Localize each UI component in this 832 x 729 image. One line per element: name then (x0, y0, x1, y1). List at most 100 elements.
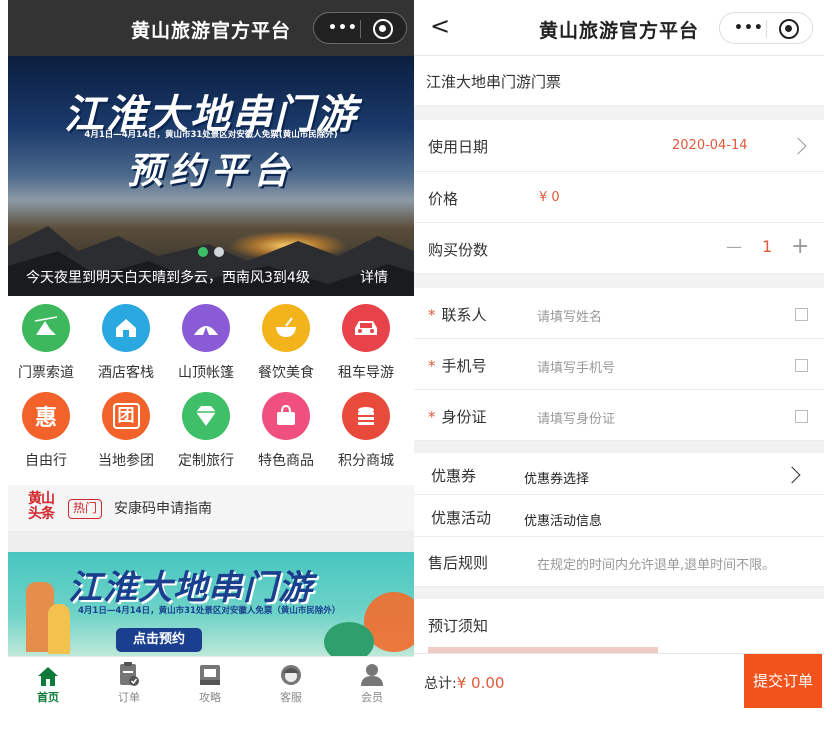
coins-icon (342, 392, 390, 440)
screen-root: 黄山旅游官方平台 ••• 江淮大地串门游 4月1日—4月14日，黄山市31处景区… (0, 0, 832, 729)
tab-member[interactable]: 会员 (342, 661, 402, 705)
tuan-icon: 团 (102, 392, 150, 440)
refund-rules-row: 售后规则 在规定的时间内允许退单,退单时间不限。 (414, 537, 824, 587)
weather-text: 今天夜里到明天白天晴到多云，西南风3到4级 (26, 270, 310, 286)
guide-icon (197, 661, 223, 687)
promotion-row[interactable]: 优惠活动 优惠活动信息 (414, 495, 824, 537)
promo-subtitle: 4月1日—4月14日，黄山市31处景区对安徽人免票（黄山市民除外） (78, 606, 341, 616)
hero-banner[interactable]: 江淮大地串门游 4月1日—4月14日，黄山市31处景区对安徽人免票(黄山市民除外… (8, 56, 414, 296)
grid-label: 积分商城 (338, 453, 394, 469)
contact-input[interactable]: 请填写姓名 (537, 306, 602, 325)
weather-detail-link[interactable]: 详情 (360, 267, 388, 287)
news-ticker[interactable]: 黄山头条 热门 安康码申请指南 (8, 485, 414, 531)
hui-icon: 惠 (22, 392, 70, 440)
close-target-icon[interactable] (373, 19, 393, 39)
total-label: 总计:¥ 0.00 (424, 674, 505, 692)
tourist-figure (48, 604, 70, 654)
section-divider (414, 106, 824, 120)
more-icon[interactable]: ••• (734, 20, 764, 36)
order-footer: 总计:¥ 0.00 提交订单 (414, 653, 824, 709)
quantity-value: 1 (762, 237, 773, 256)
grid-item-points-mall[interactable]: 积分商城 (326, 392, 406, 470)
grid-item-car[interactable]: 租车导游 (326, 304, 406, 382)
grid-item-goods[interactable]: 特色商品 (246, 392, 326, 470)
coupon-value[interactable]: 优惠券选择 (524, 468, 589, 487)
tab-label: 首页 (37, 691, 59, 704)
grid-label: 定制旅行 (178, 453, 234, 469)
quantity-label: 购买份数 (428, 241, 489, 259)
hotel-icon (102, 304, 150, 352)
section-divider (414, 274, 824, 288)
grid-label: 租车导游 (338, 365, 394, 381)
grid-item-tickets[interactable]: 门票索道 (8, 304, 86, 382)
grid-item-free-travel[interactable]: 惠 自由行 (8, 392, 86, 470)
tab-label: 攻略 (199, 691, 221, 704)
nav-bar: < 黄山旅游官方平台 ••• (414, 0, 824, 56)
diamond-icon (182, 392, 230, 440)
mini-program-capsule[interactable]: ••• (313, 12, 407, 44)
booking-notice: 预订须知 (414, 599, 824, 653)
promo-banner[interactable]: 江淮大地串门游 4月1日—4月14日，黄山市31处景区对安徽人免票（黄山市民除外… (8, 552, 414, 656)
quantity-minus-button[interactable]: — (726, 237, 742, 256)
capsule-divider (360, 20, 361, 38)
promotion-label: 优惠活动 (431, 509, 492, 527)
home-icon (35, 661, 61, 687)
bottom-tab-bar: 首页 订单 攻略 客服 会员 (8, 656, 414, 708)
carousel-dot-active[interactable] (198, 247, 208, 257)
id-card-label: * 身份证 (428, 408, 487, 426)
submit-order-button[interactable]: 提交订单 (744, 654, 822, 708)
decoration-leaf (324, 622, 374, 656)
grid-label: 餐饮美食 (258, 365, 314, 381)
phone-label: * 手机号 (428, 357, 487, 375)
order-page: < 黄山旅游官方平台 ••• 江淮大地串门游门票 使用日期 2020-04-14… (414, 0, 824, 729)
grid-item-group-tour[interactable]: 团 当地参团 (86, 392, 166, 470)
hot-badge: 热门 (68, 499, 103, 519)
edit-icon (795, 359, 808, 372)
shopping-bag-icon (262, 392, 310, 440)
carousel-indicator (198, 242, 230, 261)
booking-notice-title: 预订须知 (428, 617, 489, 635)
promotion-value[interactable]: 优惠活动信息 (524, 510, 602, 529)
quantity-plus-button[interactable]: + (791, 234, 809, 259)
tab-label: 客服 (280, 691, 302, 704)
coupon-label: 优惠券 (431, 467, 477, 485)
grid-item-food[interactable]: 餐饮美食 (246, 304, 326, 382)
tab-service[interactable]: 客服 (261, 661, 321, 705)
grid-item-tent[interactable]: 山顶帐篷 (166, 304, 246, 382)
home-page: 黄山旅游官方平台 ••• 江淮大地串门游 4月1日—4月14日，黄山市31处景区… (8, 0, 414, 729)
news-text[interactable]: 安康码申请指南 (114, 498, 212, 518)
tab-home[interactable]: 首页 (18, 661, 78, 705)
phone-input[interactable]: 请填写手机号 (537, 357, 615, 376)
carousel-dot[interactable] (214, 247, 224, 257)
tab-label: 订单 (118, 691, 140, 704)
member-icon (359, 661, 385, 687)
refund-rules-label: 售后规则 (428, 554, 489, 572)
edit-icon (795, 308, 808, 321)
grid-label: 当地参团 (98, 453, 154, 469)
quantity-row: 购买份数 — 1 + (414, 223, 824, 274)
id-card-row: * 身份证 请填写身份证 (414, 390, 824, 441)
capsule-divider (766, 20, 767, 38)
close-target-icon[interactable] (779, 19, 799, 39)
more-icon[interactable]: ••• (328, 20, 358, 36)
tab-orders[interactable]: 订单 (99, 661, 159, 705)
mini-program-capsule[interactable]: ••• (719, 12, 813, 44)
grid-item-hotel[interactable]: 酒店客栈 (86, 304, 166, 382)
date-row[interactable]: 使用日期 2020-04-14 (414, 120, 824, 172)
book-now-button[interactable]: 点击预约 (116, 628, 202, 652)
food-icon (262, 304, 310, 352)
grid-item-custom-trip[interactable]: 定制旅行 (166, 392, 246, 470)
section-divider (414, 587, 824, 599)
date-label: 使用日期 (428, 138, 489, 156)
date-value[interactable]: 2020-04-14 (672, 138, 748, 153)
banner-title-2: 预约平台 (126, 151, 295, 192)
tab-guide[interactable]: 攻略 (180, 661, 240, 705)
grid-label: 特色商品 (258, 453, 314, 469)
id-card-input[interactable]: 请填写身份证 (537, 408, 615, 427)
contact-label: * 联系人 (428, 306, 487, 324)
coupon-row[interactable]: 优惠券 优惠券选择 (414, 453, 824, 495)
grid-label: 门票索道 (18, 365, 74, 381)
price-row: 价格 ¥ 0 (414, 172, 824, 223)
tent-icon (182, 304, 230, 352)
car-icon (342, 304, 390, 352)
